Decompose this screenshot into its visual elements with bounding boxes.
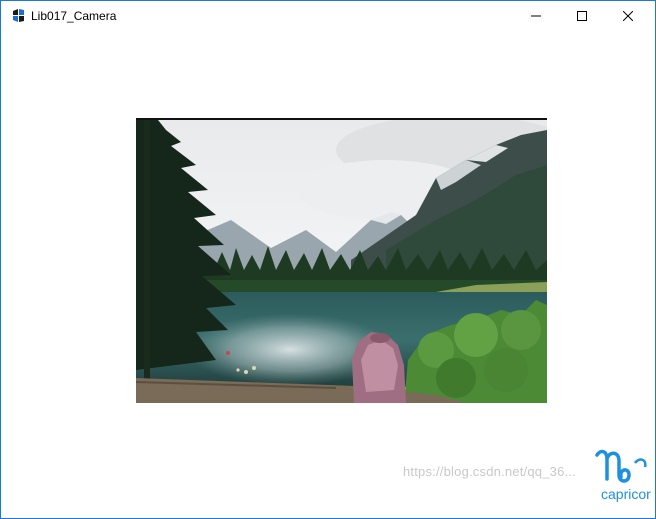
camera-view — [136, 118, 547, 403]
maximize-icon — [577, 11, 587, 21]
title-bar[interactable]: Lib017_Camera — [1, 1, 655, 31]
close-icon — [623, 11, 633, 21]
client-area — [1, 31, 655, 518]
minimize-button[interactable] — [513, 1, 559, 31]
camera-frame — [136, 120, 547, 403]
window-title: Lib017_Camera — [31, 9, 117, 23]
close-button[interactable] — [605, 1, 651, 31]
capricorn-logo-icon: capricor — [595, 449, 651, 502]
app-icon — [10, 7, 27, 24]
app-window: Lib017_Camera https://blog.csdn.net/qq_3… — [0, 0, 656, 519]
maximize-button[interactable] — [559, 1, 605, 31]
watermark-url: https://blog.csdn.net/qq_36... — [403, 464, 576, 479]
watermark-logo-text: capricor — [601, 486, 651, 502]
minimize-icon — [531, 15, 541, 17]
